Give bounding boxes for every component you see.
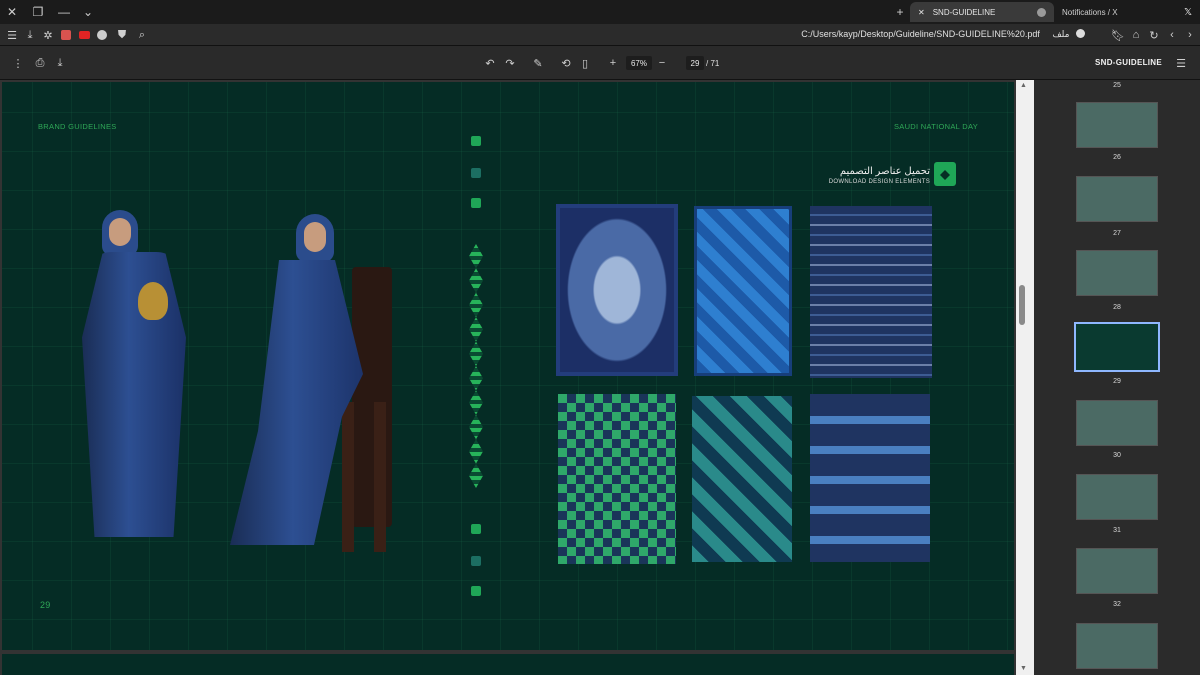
thumbnail-page[interactable] — [1076, 548, 1158, 594]
undo-icon[interactable]: ↶ — [482, 55, 498, 71]
forward-icon[interactable]: › — [1182, 27, 1198, 43]
page-number-label: 29 — [40, 600, 51, 610]
thumbnail-page[interactable] — [1076, 102, 1158, 148]
rug-image — [810, 206, 932, 378]
scroll-down-icon[interactable]: ▼ — [1020, 665, 1027, 672]
tab-notifications[interactable]: Notifications / X 𝕏 — [1054, 2, 1200, 22]
extensions-icon[interactable]: ✲ — [40, 27, 56, 43]
thumbnail-page-number: 32 — [1113, 601, 1121, 608]
thumbnail-page[interactable] — [1076, 250, 1158, 296]
draw-icon[interactable]: ✎ — [530, 55, 546, 71]
minimize-window-icon[interactable]: — — [52, 0, 76, 24]
vertical-scrollbar[interactable]: ▲ ▼ — [1016, 80, 1034, 675]
extension-white-icon[interactable] — [94, 27, 110, 43]
close-tab-icon[interactable]: ✕ — [918, 8, 925, 17]
fit-page-icon[interactable]: ▯ — [577, 55, 593, 71]
next-pdf-page — [2, 654, 1014, 675]
thumbnail-page[interactable] — [1076, 176, 1158, 222]
tab-label: Notifications / X — [1062, 7, 1118, 17]
thumbnail-page-number: 29 — [1113, 378, 1121, 385]
thumbnail-page[interactable] — [1076, 400, 1158, 446]
back-icon[interactable]: ‹ — [1164, 27, 1180, 43]
save-icon[interactable]: ⤓ — [52, 55, 68, 71]
redo-icon[interactable]: ↷ — [502, 55, 518, 71]
info-icon — [1076, 29, 1085, 38]
download-icon[interactable]: ⤓ — [22, 27, 38, 43]
zoom-out-icon[interactable]: − — [654, 55, 670, 71]
x-logo-icon: 𝕏 — [1183, 6, 1192, 18]
globe-icon — [1037, 7, 1046, 17]
thumbnail-page-number: 25 — [1113, 82, 1121, 89]
page-left-header: BRAND GUIDELINES — [38, 122, 117, 131]
restore-window-icon[interactable]: ❐ — [26, 0, 50, 24]
thumbnail-page-number: 31 — [1113, 527, 1121, 534]
address-bar: ☰ ⤓ ✲ ⛊ ⌕ C:/Users/kayp/Desktop/Guidelin… — [0, 24, 1200, 46]
total-pages: / 71 — [706, 59, 720, 68]
download-icon[interactable] — [934, 162, 956, 186]
rug-image — [810, 394, 930, 562]
page-number-input[interactable]: 29 — [686, 56, 704, 70]
zoom-level[interactable]: 67% — [626, 56, 652, 70]
pdf-toolbar: ⋮ ⎙ ⤓ ↶ ↷ ✎ ⟲ ▯ + 67% − 29 / 71 SND-GUID… — [0, 46, 1200, 80]
url-text: C:/Users/kayp/Desktop/Guideline/SND-GUID… — [801, 29, 1040, 39]
bookmark-icon[interactable]: 🔖︎ — [1110, 27, 1126, 43]
print-icon[interactable]: ⎙ — [32, 55, 48, 71]
scroll-up-icon[interactable]: ▲ — [1020, 82, 1027, 89]
search-icon[interactable]: ⌕ — [134, 27, 150, 43]
reload-icon[interactable]: ↻ — [1146, 27, 1162, 43]
thumbnail-page-number: 27 — [1113, 230, 1121, 237]
page-right-header: SAUDI NATIONAL DAY — [893, 122, 978, 131]
pdf-page: BRAND GUIDELINES SAUDI NATIONAL DAY 29 ت… — [2, 82, 1014, 650]
pdf-viewer[interactable]: BRAND GUIDELINES SAUDI NATIONAL DAY 29 ت… — [0, 80, 1016, 675]
document-title: SND-GUIDELINE — [1094, 58, 1162, 67]
url-field[interactable]: C:/Users/kayp/Desktop/Guideline/SND-GUID… — [801, 29, 1085, 40]
thumbnail-page-number: 30 — [1113, 452, 1121, 459]
more-options-icon[interactable]: ⋮ — [10, 55, 26, 71]
chevron-down-icon[interactable]: ⌄ — [76, 0, 100, 24]
download-design-elements[interactable]: تحميل عناصر التصميم DOWNLOAD DESIGN ELEM… — [820, 166, 930, 185]
download-label-english: DOWNLOAD DESIGN ELEMENTS — [828, 179, 930, 185]
download-label-arabic: تحميل عناصر التصميم — [839, 166, 930, 177]
youtube-icon[interactable] — [76, 27, 92, 43]
thumbnail-page-number: 28 — [1113, 304, 1121, 311]
title-bar: ✕ ❐ — ⌄ + ✕ SND-GUIDELINE Notifications … — [0, 0, 1200, 24]
rug-image — [694, 206, 792, 376]
tab-snd-guideline[interactable]: ✕ SND-GUIDELINE — [910, 2, 1054, 22]
tab-label: SND-GUIDELINE — [932, 7, 996, 17]
thumbnail-page[interactable] — [1076, 623, 1158, 669]
menu-icon[interactable]: ☰ — [4, 27, 20, 43]
zoom-in-icon[interactable]: + — [605, 55, 621, 71]
thumbnail-page-active[interactable] — [1074, 322, 1160, 372]
rug-image — [558, 394, 676, 564]
thumbnail-page[interactable] — [1076, 474, 1158, 520]
thumbnail-sidebar: 25 26 27 28 29 30 31 32 — [1034, 80, 1200, 675]
extension-red-icon[interactable] — [58, 27, 74, 43]
rotate-icon[interactable]: ⟲ — [558, 55, 574, 71]
file-label: ملف — [1052, 29, 1070, 39]
brave-shield-icon[interactable]: ⛊ — [114, 27, 130, 43]
home-icon[interactable]: ⌂ — [1128, 27, 1144, 43]
scrollbar-thumb[interactable] — [1019, 285, 1025, 325]
new-tab-icon[interactable]: + — [888, 0, 912, 24]
rug-image — [692, 396, 792, 562]
hamburger-menu-icon[interactable]: ☰ — [1173, 55, 1189, 71]
thumbnail-page-number: 26 — [1113, 154, 1121, 161]
close-window-icon[interactable]: ✕ — [0, 0, 24, 24]
rug-image — [556, 204, 678, 376]
